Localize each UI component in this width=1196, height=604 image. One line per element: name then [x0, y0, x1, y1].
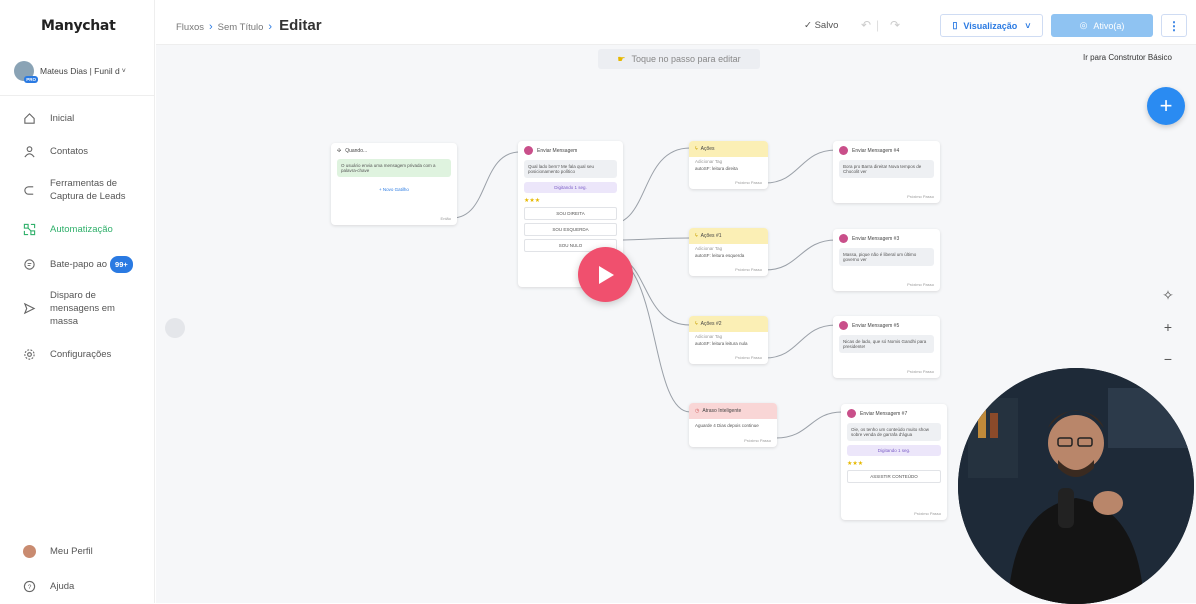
smart-delay-header: ◷ Atraso Inteligente	[689, 403, 777, 419]
send-message-header: Enviar Mensagem #3	[833, 229, 940, 248]
action-type: Adicionar Tag	[695, 334, 723, 339]
action-tag: autoSF: leitura direita	[695, 166, 738, 171]
smart-delay-node[interactable]: ◷ Atraso Inteligente Aguarde 4 Dias depoi…	[689, 403, 777, 447]
message-text: Bora pro Barra direita! Nova tempos de C…	[839, 160, 934, 178]
send-message-title: Enviar Mensagem #7	[860, 410, 908, 417]
trigger-title: Quando...	[345, 148, 368, 154]
send-message-header: Enviar Mensagem #4	[833, 141, 940, 160]
play-icon	[598, 265, 614, 284]
action-next: Próximo Passo	[735, 355, 762, 360]
presenter-image	[958, 368, 1194, 604]
action-node-2[interactable]: ϟ Ações #2 Adicionar Tag autoSF: leitura …	[689, 316, 768, 364]
action-type: Adicionar Tag	[695, 159, 723, 164]
send-message-header: Enviar Mensagem	[518, 141, 623, 160]
message-text: Massa, pique não é liberal um último gov…	[839, 248, 934, 266]
typing-delay: Digitando 1 seg.	[847, 445, 941, 456]
send-message-title: Enviar Mensagem	[537, 147, 578, 154]
message-next: Próximo Passo	[907, 282, 934, 287]
new-trigger-link[interactable]: + Novo Gatilho	[331, 187, 457, 192]
button-assistir-conteudo[interactable]: ASSISTIR CONTEÚDO	[847, 470, 941, 483]
send-message-node-7[interactable]: Enviar Mensagem #7 Oie, os tenho um cont…	[841, 404, 947, 520]
action-header: ϟ Ações #2	[689, 316, 768, 332]
message-text: Oie, os tenho um conteúdo muito show sob…	[847, 423, 941, 441]
trigger-node[interactable]: ✣ Quando... O usuário envia uma mensagem …	[331, 143, 457, 225]
message-next: Próximo Passo	[907, 194, 934, 199]
button-sou-direita[interactable]: SOU DIREITA	[524, 207, 617, 220]
action-node-1[interactable]: ϟ Ações #1 Adicionar Tag autoSF: leitura …	[689, 228, 768, 276]
message-text: Qual lado bem? Me fala qual seu posicion…	[524, 160, 617, 178]
action-title: Ações #1	[700, 233, 722, 239]
bolt-icon: ϟ	[695, 233, 698, 239]
messenger-icon	[524, 146, 533, 155]
stars-icon: ★★★	[524, 198, 541, 204]
video-play-button[interactable]	[578, 247, 633, 302]
action-tag: autoSF: leitura esquerda	[695, 253, 745, 258]
clock-icon: ◷	[695, 408, 700, 414]
action-header: ϟ Ações	[689, 141, 768, 157]
presenter-webcam	[958, 368, 1194, 604]
message-next: Próximo Passo	[907, 369, 934, 374]
messenger-icon	[847, 409, 856, 418]
action-next: Próximo Passo	[735, 267, 762, 272]
stars-icon: ★★★	[847, 461, 864, 467]
trigger-next: Então	[440, 216, 451, 221]
send-message-title: Enviar Mensagem #5	[852, 322, 900, 329]
send-message-node-3[interactable]: Enviar Mensagem #3 Massa, pique não é li…	[833, 229, 940, 291]
messenger-icon	[839, 146, 848, 155]
send-message-title: Enviar Mensagem #3	[852, 235, 900, 242]
message-text: Nicas de lado, que só Nomis Gandhi para …	[839, 335, 934, 353]
message-next: Próximo Passo	[914, 511, 941, 516]
action-type: Adicionar Tag	[695, 246, 723, 251]
typing-delay: Digitando 1 seg.	[524, 182, 617, 193]
action-header: ϟ Ações #1	[689, 228, 768, 244]
send-message-node-4[interactable]: Enviar Mensagem #4 Bora pro Barra direit…	[833, 141, 940, 203]
send-message-header: Enviar Mensagem #7	[841, 404, 947, 423]
bolt-icon: ϟ	[695, 146, 698, 152]
trigger-condition: O usuário envia uma mensagem privada com…	[337, 159, 451, 177]
send-message-title: Enviar Mensagem #4	[852, 147, 900, 154]
action-next: Próximo Passo	[735, 180, 762, 185]
bolt-icon: ϟ	[695, 321, 698, 327]
trigger-icon: ✣	[337, 148, 342, 154]
trigger-header: ✣ Quando...	[331, 143, 457, 159]
action-node[interactable]: ϟ Ações Adicionar Tag autoSF: leitura dir…	[689, 141, 768, 189]
messenger-icon	[839, 321, 848, 330]
smart-delay-next: Próximo Passo	[744, 438, 771, 443]
action-tag: autoSF: leitura leitura nula	[695, 341, 748, 346]
button-sou-esquerda[interactable]: SOU ESQUERDA	[524, 223, 617, 236]
send-message-node-5[interactable]: Enviar Mensagem #5 Nicas de lado, que só…	[833, 316, 940, 378]
messenger-icon	[839, 234, 848, 243]
smart-delay-text: Aguarde 4 Dias depois continue	[695, 423, 759, 428]
action-title: Ações #2	[700, 321, 722, 327]
smart-delay-title: Atraso Inteligente	[702, 408, 742, 414]
action-title: Ações	[700, 146, 715, 152]
send-message-header: Enviar Mensagem #5	[833, 316, 940, 335]
